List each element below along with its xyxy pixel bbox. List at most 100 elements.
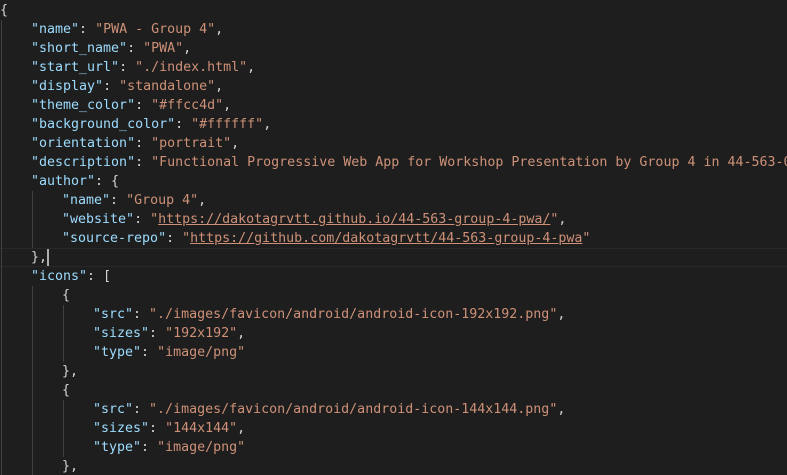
json-key: "name" (62, 193, 111, 208)
indent-guide (1, 267, 2, 286)
code-line[interactable]: "sizes": "192x192", (93, 324, 245, 343)
indent-guide (1, 172, 2, 191)
json-key: "type" (93, 440, 142, 455)
indent-guide (32, 438, 33, 457)
json-punctuation: , (558, 212, 567, 227)
indent-guide (32, 381, 33, 400)
code-line[interactable]: "start_url": "./index.html", (31, 58, 255, 77)
json-punctuation: , (263, 117, 272, 132)
indent-guide (1, 343, 2, 362)
indent-guide (1, 77, 2, 96)
code-line[interactable]: "orientation": "portrait", (31, 134, 239, 153)
indent-guide (1, 419, 2, 438)
indent-guide (32, 324, 33, 343)
code-line[interactable]: }, (62, 457, 78, 475)
code-line[interactable]: "name": "PWA - Group 4", (31, 20, 223, 39)
indent-guide (32, 343, 33, 362)
code-line[interactable]: }, (31, 248, 50, 267)
indent-guide (1, 191, 2, 210)
code-line[interactable]: "short_name": "PWA", (31, 39, 191, 58)
json-punctuation: : (141, 440, 158, 455)
json-key: "website" (62, 212, 135, 227)
indent-guide (32, 191, 33, 210)
json-string: "standalone" (119, 79, 216, 94)
json-key: "icons" (31, 269, 88, 284)
code-line[interactable]: "icons": [ (31, 267, 111, 286)
indent-guide (1, 381, 2, 400)
json-punctuation: : (166, 231, 183, 246)
indent-guide (63, 400, 64, 419)
indent-guide (1, 400, 2, 419)
json-string: "./images/favicon/android/android-icon-1… (149, 402, 558, 417)
json-punctuation: : (135, 136, 152, 151)
json-key: "start_url" (31, 60, 120, 75)
json-punctuation: : (141, 345, 158, 360)
code-line[interactable]: }, (62, 362, 78, 381)
json-punctuation: , (247, 60, 256, 75)
code-line[interactable]: "display": "standalone", (31, 77, 223, 96)
json-punctuation: }, (62, 364, 79, 379)
json-string: "#ffcc4d" (151, 98, 224, 113)
code-line[interactable]: "author": { (31, 172, 119, 191)
json-punctuation: , (183, 41, 192, 56)
indent-guide (32, 419, 33, 438)
json-string: "./index.html" (135, 60, 248, 75)
indent-guide (1, 438, 2, 457)
code-line[interactable]: "background_color": "#ffffff", (31, 115, 271, 134)
code-line[interactable]: "sizes": "144x144", (93, 419, 245, 438)
json-punctuation: : (79, 22, 96, 37)
json-punctuation: , (237, 326, 246, 341)
json-punctuation: : (135, 155, 152, 170)
json-punctuation: : (133, 307, 150, 322)
json-key: "src" (93, 402, 134, 417)
json-punctuation: : (135, 98, 152, 113)
json-key: "background_color" (31, 117, 176, 132)
code-line[interactable]: { (62, 286, 70, 305)
json-punctuation: : (149, 421, 166, 436)
indent-guide (1, 20, 2, 39)
indent-guide (32, 229, 33, 248)
json-key: "type" (93, 345, 142, 360)
code-line[interactable]: "type": "image/png" (93, 343, 245, 362)
json-string: "192x192" (165, 326, 238, 341)
json-punctuation: , (557, 402, 566, 417)
code-line[interactable]: "description": "Functional Progressive W… (31, 153, 787, 172)
json-punctuation: : (149, 326, 166, 341)
code-line[interactable]: "theme_color": "#ffcc4d", (31, 96, 231, 115)
code-line[interactable]: "type": "image/png" (93, 438, 245, 457)
json-link[interactable]: https://github.com/dakotagrvtt/44-563-gr… (190, 231, 582, 246)
indent-guide (1, 96, 2, 115)
json-string: "Functional Progressive Web App for Work… (151, 155, 787, 170)
code-line[interactable]: "src": "./images/favicon/android/android… (93, 305, 565, 324)
indent-guide (1, 115, 2, 134)
json-punctuation: : [ (87, 269, 112, 284)
json-link[interactable]: https://dakotagrvtt.github.io/44-563-gro… (158, 212, 550, 227)
json-punctuation: : (127, 41, 144, 56)
json-string: "PWA" (143, 41, 184, 56)
indent-guide (1, 134, 2, 153)
code-line[interactable]: { (62, 381, 70, 400)
json-string: " (582, 231, 591, 246)
code-editor[interactable]: { "name": "PWA - Group 4", "short_name": "… (0, 0, 787, 475)
indent-guide (32, 210, 33, 229)
code-line[interactable]: "website": "https://dakotagrvtt.github.i… (62, 210, 566, 229)
json-key: "name" (31, 22, 80, 37)
indent-guide (32, 305, 33, 324)
json-punctuation: { (62, 383, 71, 398)
indent-guide (1, 58, 2, 77)
code-line[interactable]: { (0, 1, 8, 20)
current-line-highlight (0, 248, 787, 267)
json-string: "./images/favicon/android/android-icon-1… (149, 307, 558, 322)
json-string: "Group 4" (126, 193, 199, 208)
code-line[interactable]: "name": "Group 4", (62, 191, 206, 210)
json-string: " (182, 231, 191, 246)
code-line[interactable]: "source-repo": "https://github.com/dakot… (62, 229, 590, 248)
code-line[interactable]: "src": "./images/favicon/android/android… (93, 400, 565, 419)
json-string: " (150, 212, 159, 227)
json-key: "orientation" (31, 136, 136, 151)
indent-guide (1, 210, 2, 229)
json-punctuation: , (223, 98, 232, 113)
indent-guide (1, 362, 2, 381)
json-string: "#ffffff" (191, 117, 264, 132)
json-string: "portrait" (151, 136, 232, 151)
